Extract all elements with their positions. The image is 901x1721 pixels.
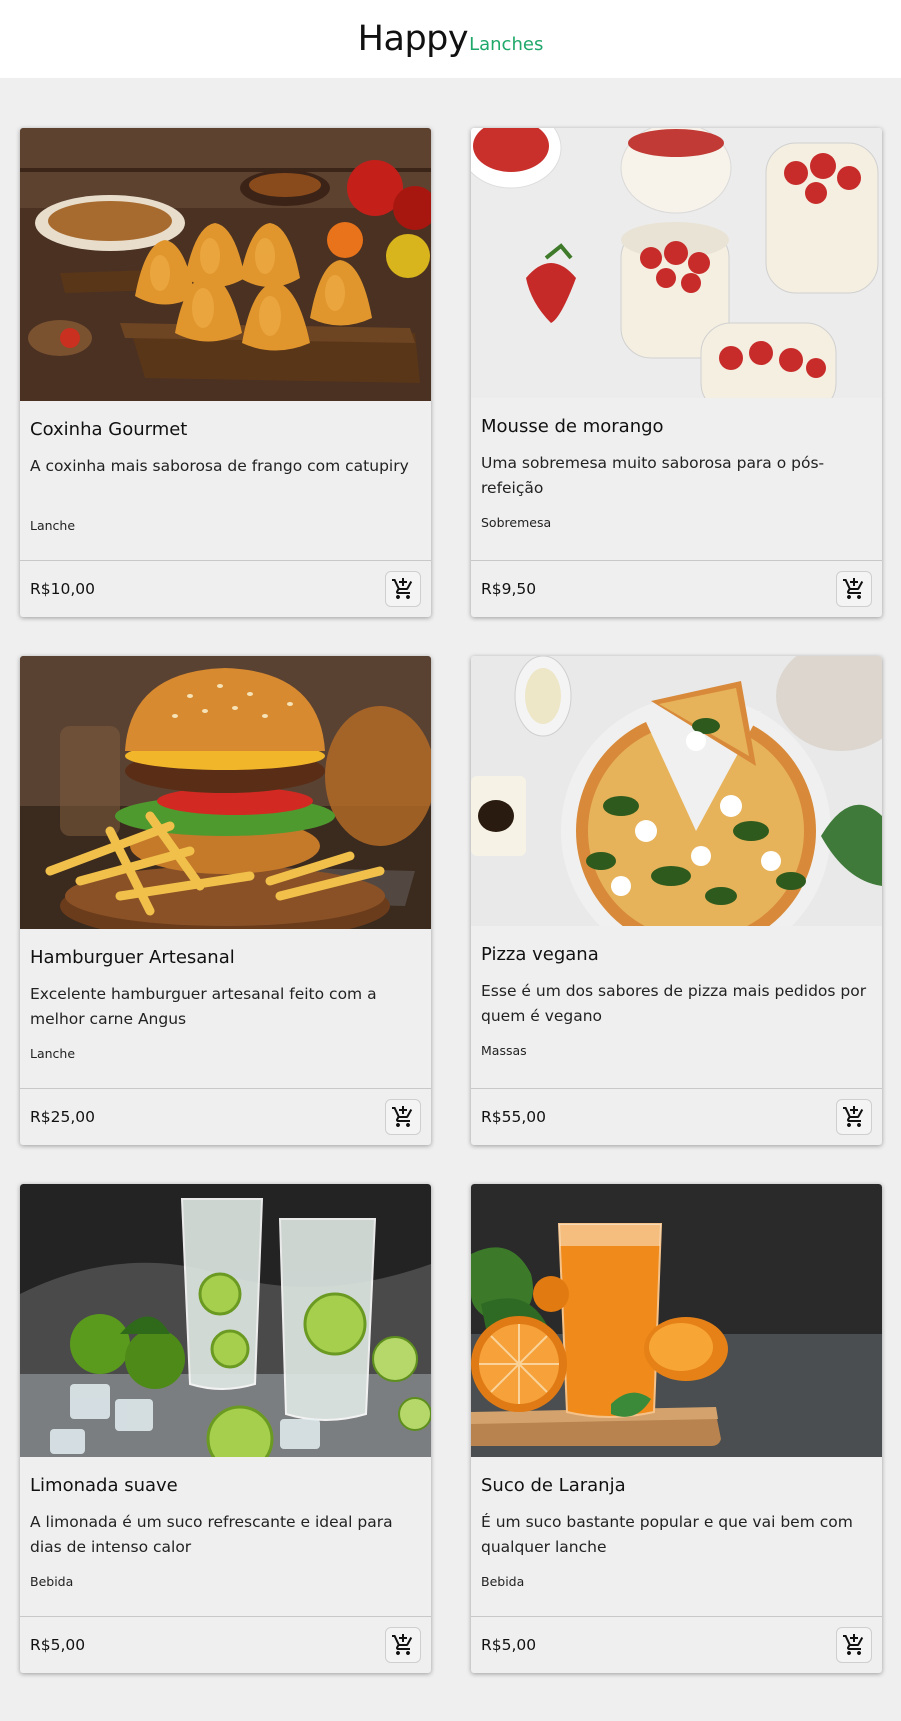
product-category: Bebida [30, 1574, 74, 1589]
product-description: Esse é um dos sabores de pizza mais pedi… [481, 982, 867, 1025]
add-to-cart-button[interactable] [836, 1099, 872, 1135]
product-title: Coxinha Gourmet [30, 419, 188, 440]
card-footer: R$25,00 [20, 1088, 431, 1145]
card-footer: R$5,00 [20, 1616, 431, 1673]
add-to-cart-icon [843, 578, 864, 599]
product-card: Limonada suave A limonada é um suco refr… [20, 1184, 431, 1673]
add-to-cart-icon [843, 1634, 864, 1655]
product-category: Massas [481, 1043, 527, 1058]
product-description: A limonada é um suco refrescante e ideal… [30, 1513, 393, 1556]
add-to-cart-button[interactable] [836, 1627, 872, 1663]
product-price: R$10,00 [30, 580, 96, 598]
add-to-cart-button[interactable] [385, 571, 421, 607]
pizza-photo [471, 656, 882, 926]
product-category: Sobremesa [481, 515, 552, 530]
add-to-cart-button[interactable] [836, 571, 872, 607]
product-description: Excelente hamburguer artesanal feito com… [30, 985, 377, 1028]
product-grid: Coxinha Gourmet A coxinha mais saborosa … [0, 78, 901, 1673]
product-title: Suco de Laranja [481, 1475, 626, 1496]
product-price: R$5,00 [481, 1636, 537, 1654]
card-body: Suco de Laranja É um suco bastante popul… [471, 1457, 882, 1616]
add-to-cart-icon [392, 578, 413, 599]
product-category: Lanche [30, 518, 76, 533]
card-body: Coxinha Gourmet A coxinha mais saborosa … [20, 401, 431, 560]
product-description: A coxinha mais saborosa de frango com ca… [30, 457, 409, 475]
product-card: Coxinha Gourmet A coxinha mais saborosa … [20, 128, 431, 617]
product-description: É um suco bastante popular e que vai bem… [481, 1513, 853, 1556]
card-body: Mousse de morango Uma sobremesa muito sa… [471, 398, 882, 560]
card-body: Pizza vegana Esse é um dos sabores de pi… [471, 926, 882, 1088]
card-footer: R$55,00 [471, 1088, 882, 1145]
lemonade-photo [20, 1184, 431, 1457]
card-body: Hamburguer Artesanal Excelente hamburgue… [20, 929, 431, 1088]
card-body: Limonada suave A limonada é um suco refr… [20, 1457, 431, 1616]
product-card: Mousse de morango Uma sobremesa muito sa… [471, 128, 882, 617]
product-title: Mousse de morango [481, 416, 664, 437]
add-to-cart-icon [843, 1106, 864, 1127]
card-footer: R$9,50 [471, 560, 882, 617]
logo-sub-text: Lanches [469, 34, 544, 55]
product-price: R$5,00 [30, 1636, 86, 1654]
product-category: Bebida [481, 1574, 525, 1589]
logo[interactable]: Happy Lanches [358, 19, 544, 59]
product-card: Hamburguer Artesanal Excelente hamburgue… [20, 656, 431, 1145]
product-description: Uma sobremesa muito saborosa para o pós-… [481, 454, 825, 497]
add-to-cart-button[interactable] [385, 1099, 421, 1135]
logo-main-text: Happy [357, 19, 469, 59]
coxinha-photo [20, 128, 431, 401]
site-header: Happy Lanches [0, 0, 901, 78]
add-to-cart-icon [392, 1634, 413, 1655]
product-price: R$9,50 [481, 580, 537, 598]
add-to-cart-icon [392, 1106, 413, 1127]
mousse-photo [471, 128, 882, 398]
card-footer: R$5,00 [471, 1616, 882, 1673]
card-footer: R$10,00 [20, 560, 431, 617]
burger-photo [20, 656, 431, 929]
add-to-cart-button[interactable] [385, 1627, 421, 1663]
product-title: Pizza vegana [481, 944, 599, 965]
product-price: R$25,00 [30, 1108, 96, 1126]
product-category: Lanche [30, 1046, 76, 1061]
product-price: R$55,00 [481, 1108, 547, 1126]
product-card: Suco de Laranja É um suco bastante popul… [471, 1184, 882, 1673]
product-card: Pizza vegana Esse é um dos sabores de pi… [471, 656, 882, 1145]
product-title: Limonada suave [30, 1475, 178, 1496]
orange-juice-photo [471, 1184, 882, 1457]
product-title: Hamburguer Artesanal [30, 947, 235, 968]
